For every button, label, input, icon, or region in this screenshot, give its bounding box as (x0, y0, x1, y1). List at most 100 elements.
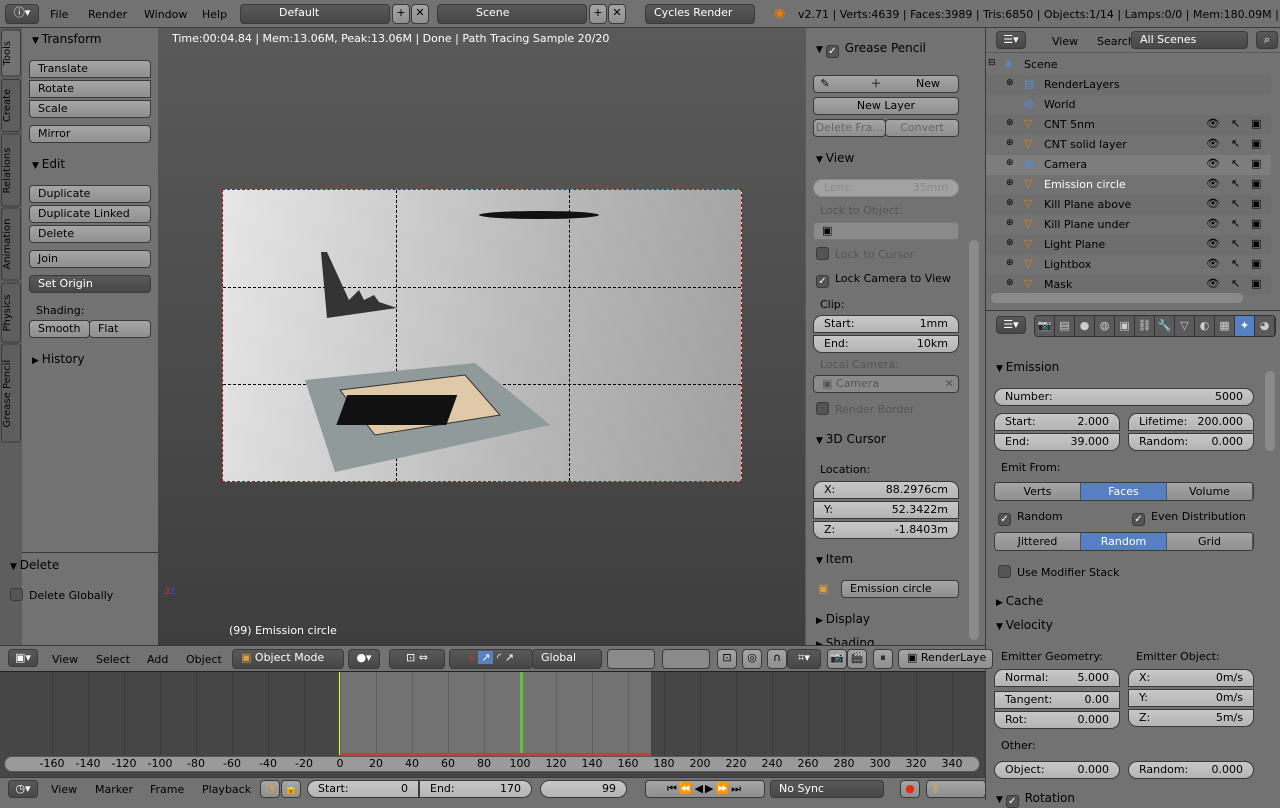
sync-mode-select[interactable]: No Sync (770, 780, 884, 798)
layers-2[interactable] (662, 649, 710, 669)
item-panel-header[interactable]: Item (816, 552, 853, 566)
view3d-menu-view[interactable]: View (52, 653, 78, 666)
selectable-cursor-icon[interactable]: ↖ (1231, 217, 1240, 230)
timeline[interactable]: -160 -140 -120 -100 -80 -60 -40 -20 0 20 40 60 80 100… (0, 672, 985, 777)
expand-icon[interactable]: ⊕ (1006, 118, 1014, 128)
emit-volume-option[interactable]: Volume (1167, 483, 1253, 500)
expand-icon[interactable]: ⊕ (1006, 278, 1014, 288)
tab-material-icon[interactable]: ◐ (1195, 316, 1215, 336)
lifetime-random-field[interactable]: Random: 0.000 (1128, 433, 1254, 451)
outliner-item-name[interactable]: Emission circle (1044, 178, 1126, 191)
rotate-button[interactable]: Rotate (29, 80, 151, 98)
properties-editor-type-button[interactable]: ☰▾ (996, 316, 1026, 334)
tool-tab-animation[interactable]: Animation (1, 208, 21, 281)
tab-constraints-icon[interactable]: ⛓ (1135, 316, 1155, 336)
tool-tab-grease-pencil[interactable]: Grease Pencil (1, 344, 21, 443)
expand-icon[interactable]: ⊕ (1006, 78, 1014, 88)
delete-frame-button[interactable]: Delete Fra… (813, 119, 886, 137)
outliner-scrollbar[interactable] (991, 293, 1243, 303)
renderable-camera-icon[interactable]: ▣ (1251, 277, 1261, 290)
tab-render-icon[interactable]: 📷 (1035, 316, 1055, 336)
renderable-camera-icon[interactable]: ▣ (1251, 157, 1261, 170)
cursor-y-field[interactable]: Y: 52.3422m (813, 501, 959, 519)
outliner-row[interactable]: ⊕ ▽ CNT solid layer 👁 ↖ ▣ (986, 135, 1271, 155)
current-frame-field[interactable]: 99 (540, 780, 627, 798)
normal-velocity-field[interactable]: Normal: 5.000 (994, 669, 1120, 687)
view-panel-header[interactable]: View (816, 151, 854, 165)
emission-end-field[interactable]: End: 39.000 (994, 433, 1120, 451)
transform-panel-header[interactable]: Transform (32, 32, 102, 46)
pivot-point-select[interactable]: ⊡ ⇔ (389, 649, 445, 669)
playback-controls[interactable]: ⏮⏪◀▶⏩⏭ (645, 780, 765, 798)
outliner-display-mode-select[interactable]: All Scenes (1131, 31, 1248, 49)
view3d-menu-add[interactable]: Add (147, 653, 168, 666)
velocity-panel-header[interactable]: Velocity (996, 618, 1053, 632)
menu-file[interactable]: File (50, 8, 68, 21)
timeline-menu-frame[interactable]: Frame (150, 783, 184, 796)
lock-object-field[interactable]: ▣ (813, 222, 959, 240)
local-camera-field[interactable]: ▣ Camera ✕ (813, 375, 959, 393)
renderable-camera-icon[interactable]: ▣ (1251, 257, 1261, 270)
selectable-cursor-icon[interactable]: ↖ (1231, 197, 1240, 210)
grid-mesh-object[interactable] (295, 360, 555, 475)
3d-viewport[interactable]: Time:00:04.84 | Mem:13.06M, Peak:13.06M … (158, 28, 805, 645)
scale-button[interactable]: Scale (29, 100, 151, 118)
visibility-eye-icon[interactable]: 👁 (1206, 137, 1220, 150)
lens-field[interactable]: Lens: 35mm (813, 179, 959, 197)
object-name-field[interactable]: Emission circle (841, 580, 959, 598)
menu-help[interactable]: Help (202, 8, 227, 21)
end-frame-field[interactable]: End: 170 (419, 780, 532, 798)
selectable-cursor-icon[interactable]: ↖ (1231, 177, 1240, 190)
expand-icon[interactable]: ⊕ (1006, 238, 1014, 248)
other-object-field[interactable]: Object: 0.000 (994, 761, 1120, 779)
tab-object-icon[interactable]: ▣ (1115, 316, 1135, 336)
outliner-item-name[interactable]: Kill Plane under (1044, 218, 1130, 231)
duplicate-button[interactable]: Duplicate (29, 185, 151, 203)
render-border-checkbox[interactable]: Render Border (816, 402, 915, 416)
outliner-item-name[interactable]: Camera (1044, 158, 1087, 171)
flat-button[interactable]: Flat (89, 320, 151, 338)
info-editor-type-button[interactable]: ⓘ▾ (5, 4, 39, 24)
visibility-eye-icon[interactable]: 👁 (1206, 197, 1220, 210)
display-panel-header[interactable]: Display (816, 612, 870, 626)
visibility-eye-icon[interactable]: 👁 (1206, 217, 1220, 230)
outliner-row[interactable]: ◍ World (986, 95, 1271, 115)
visibility-eye-icon[interactable]: 👁 (1206, 277, 1220, 290)
outliner-item-name[interactable]: Mask (1044, 278, 1072, 291)
cursor-z-field[interactable]: Z: -1.8403m (813, 521, 959, 539)
expand-icon[interactable]: ⊕ (1006, 218, 1014, 228)
object-velocity-x-field[interactable]: X: 0m/s (1128, 669, 1254, 687)
start-frame-field[interactable]: Start: 0 (307, 780, 419, 798)
add-scene-button[interactable]: + (589, 4, 607, 24)
3d-editor-type-button[interactable]: ▣▾ (8, 649, 38, 667)
npanel-scrollbar[interactable] (969, 240, 979, 640)
grease-pencil-panel-header[interactable]: ✓Grease Pencil (816, 41, 926, 58)
even-distribution-checkbox[interactable]: ✓ Even Distribution (1132, 510, 1246, 526)
clip-start-field[interactable]: Start: 1mm (813, 315, 959, 333)
distribution-selector[interactable]: Jittered Random Grid (994, 532, 1254, 551)
render-engine-select[interactable]: Cycles Render (645, 4, 755, 24)
render-animation-button[interactable]: 🎬 (847, 649, 867, 669)
emission-panel-header[interactable]: Emission (996, 360, 1059, 374)
timeline-editor-type-button[interactable]: ◷▾ (8, 780, 38, 798)
other-random-field[interactable]: Random: 0.000 (1128, 761, 1254, 779)
pause-render-button[interactable]: ⏸ (873, 649, 893, 669)
grease-pencil-new-button[interactable]: ✎ ＋ New (813, 75, 959, 93)
outliner-item-name[interactable]: CNT solid layer (1044, 138, 1127, 151)
renderable-camera-icon[interactable]: ▣ (1251, 217, 1261, 230)
mirror-button[interactable]: Mirror (29, 125, 151, 143)
set-origin-dropdown[interactable]: Set Origin (29, 275, 151, 293)
outliner-row[interactable]: ⊕ ▽ Kill Plane under 👁 ↖ ▣ (986, 215, 1271, 235)
tool-tab-create[interactable]: Create (1, 78, 21, 132)
selectable-cursor-icon[interactable]: ↖ (1231, 237, 1240, 250)
outliner-row[interactable]: ⊟ ◈ Scene (986, 55, 1271, 75)
visibility-eye-icon[interactable]: 👁 (1206, 177, 1220, 190)
properties-scrollbar[interactable] (1265, 371, 1275, 451)
remove-layout-button[interactable]: ✕ (411, 4, 429, 24)
tab-render-layers-icon[interactable]: ▤ (1055, 316, 1075, 336)
cache-panel-header[interactable]: Cache (996, 594, 1043, 608)
particle-number-field[interactable]: Number: 5000 (994, 388, 1254, 406)
visibility-eye-icon[interactable]: 👁 (1206, 117, 1220, 130)
outliner-item-name[interactable]: Light Plane (1044, 238, 1105, 251)
expand-icon[interactable]: ⊕ (1006, 138, 1014, 148)
